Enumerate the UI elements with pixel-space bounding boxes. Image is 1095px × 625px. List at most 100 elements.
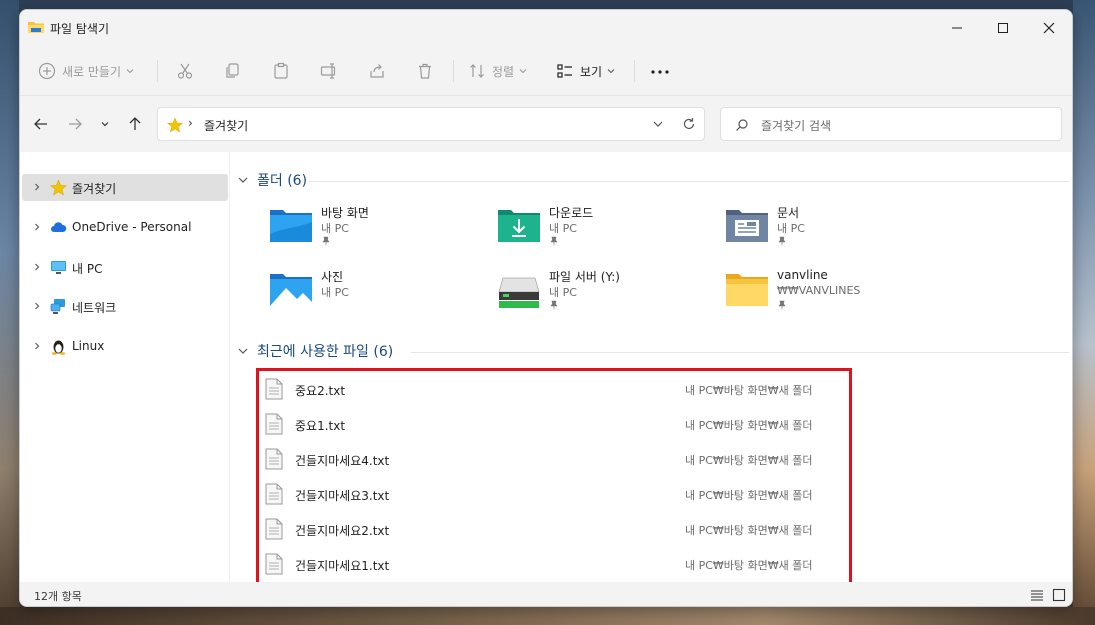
delete-button[interactable] bbox=[416, 59, 434, 83]
chevron-down-icon bbox=[238, 177, 248, 183]
new-button-label: 새로 만들기 bbox=[62, 64, 122, 79]
file-location: 내 PC₩바탕 화면₩새 폴더 bbox=[685, 559, 813, 572]
new-button[interactable]: 새로 만들기 bbox=[38, 59, 135, 83]
sidebar-item-label: 네트워크 bbox=[72, 301, 117, 315]
item-count: 12개 항목 bbox=[34, 590, 82, 603]
details-view-icon[interactable] bbox=[1030, 588, 1044, 602]
folder-location: 내 PC bbox=[777, 222, 805, 235]
sidebar-item-label: Linux bbox=[72, 339, 105, 353]
file-location: 내 PC₩바탕 화면₩새 폴더 bbox=[685, 524, 813, 537]
arrow-right-icon bbox=[69, 118, 82, 130]
refresh-icon[interactable] bbox=[682, 117, 696, 131]
desktop-background-bottom bbox=[0, 607, 1095, 625]
status-bar: 12개 항목 bbox=[20, 582, 1072, 606]
recent-locations-button[interactable] bbox=[98, 114, 112, 134]
folder-location: ₩₩VANVLINES bbox=[777, 284, 861, 297]
pin-icon bbox=[550, 236, 558, 246]
more-options-button[interactable] bbox=[650, 59, 670, 83]
search-placeholder: 즐겨찾기 검색 bbox=[761, 119, 832, 133]
linux-icon bbox=[52, 340, 65, 355]
folder-tile-vanvline[interactable]: vanvline ₩₩VANVLINES bbox=[725, 266, 945, 316]
chevron-right-icon[interactable] bbox=[32, 301, 42, 311]
folder-tile-file-server[interactable]: 파일 서버 (Y:) 내 PC bbox=[497, 266, 717, 316]
sort-button[interactable]: 정렬 bbox=[468, 59, 528, 83]
share-button[interactable] bbox=[368, 59, 386, 83]
sidebar-item-onedrive[interactable]: OneDrive - Personal bbox=[22, 214, 228, 241]
recent-file-row[interactable]: 중요1.txt 내 PC₩바탕 화면₩새 폴더 bbox=[265, 410, 835, 440]
arrow-left-icon bbox=[34, 118, 47, 130]
recent-file-row[interactable]: 건들지마세요3.txt 내 PC₩바탕 화면₩새 폴더 bbox=[265, 480, 835, 510]
trash-icon bbox=[419, 63, 431, 79]
folders-section-title: 폴더 (6) bbox=[257, 173, 308, 189]
recent-files-section-header[interactable]: 최근에 사용한 파일 (6) bbox=[237, 341, 393, 361]
close-icon bbox=[1043, 22, 1055, 34]
up-button[interactable] bbox=[126, 114, 144, 134]
chevron-right-icon[interactable] bbox=[32, 262, 42, 272]
sort-button-label: 정렬 bbox=[492, 64, 515, 79]
file-explorer-window: 파일 탐색기 새로 만들기 정렬 보기 › 즐겨찾기 즐겨찾기 검색 즐겨찾기 … bbox=[19, 9, 1073, 607]
rename-button[interactable] bbox=[320, 59, 338, 83]
title-bar[interactable]: 파일 탐색기 bbox=[20, 10, 1072, 46]
text-file-icon bbox=[265, 378, 283, 400]
sort-icon bbox=[470, 64, 484, 78]
search-icon bbox=[736, 119, 748, 131]
folder-tile-desktop[interactable]: 바탕 화면 내 PC bbox=[269, 202, 489, 252]
sidebar-item-label: 즐겨찾기 bbox=[72, 182, 117, 196]
more-horizontal-icon bbox=[651, 70, 669, 74]
folder-tile-downloads[interactable]: 다운로드 내 PC bbox=[497, 202, 717, 252]
sidebar-item-label: OneDrive - Personal bbox=[72, 220, 192, 234]
desktop-background-right bbox=[1073, 0, 1095, 625]
paste-button[interactable] bbox=[272, 59, 290, 83]
view-button[interactable]: 보기 bbox=[556, 59, 616, 83]
sidebar-item-this-pc[interactable]: 내 PC bbox=[22, 254, 228, 281]
command-bar: 새로 만들기 정렬 보기 bbox=[20, 46, 1072, 96]
recent-file-row[interactable]: 중요2.txt 내 PC₩바탕 화면₩새 폴더 bbox=[265, 375, 835, 405]
maximize-icon bbox=[998, 23, 1008, 33]
chevron-right-icon[interactable] bbox=[32, 341, 42, 351]
star-icon bbox=[50, 179, 67, 196]
chevron-right-icon[interactable] bbox=[32, 182, 42, 192]
breadcrumb-favorites[interactable]: 즐겨찾기 bbox=[204, 117, 248, 134]
sidebar-item-network[interactable]: 네트워크 bbox=[22, 293, 228, 320]
file-location: 내 PC₩바탕 화면₩새 폴더 bbox=[685, 489, 813, 502]
chevron-down-icon bbox=[238, 348, 248, 354]
sidebar-item-linux[interactable]: Linux bbox=[22, 333, 228, 360]
pin-icon bbox=[778, 236, 786, 246]
content-pane: 폴더 (6) 바탕 화면 내 PC 다운로드 내 PC 문서 내 PC 사진 내… bbox=[231, 152, 1072, 586]
search-box[interactable]: 즐겨찾기 검색 bbox=[720, 107, 1062, 141]
recent-files-section-title: 최근에 사용한 파일 (6) bbox=[257, 344, 394, 360]
sidebar-item-label: 내 PC bbox=[72, 262, 103, 276]
toolbar-divider bbox=[157, 60, 158, 82]
monitor-icon bbox=[51, 261, 66, 274]
share-icon bbox=[370, 64, 384, 78]
cloud-icon bbox=[51, 222, 67, 232]
recent-file-row[interactable]: 건들지마세요4.txt 내 PC₩바탕 화면₩새 폴더 bbox=[265, 445, 835, 475]
chevron-down-icon[interactable] bbox=[651, 117, 665, 131]
cut-button[interactable] bbox=[176, 59, 194, 83]
file-name: 중요2.txt bbox=[295, 384, 346, 398]
text-file-icon bbox=[265, 553, 283, 575]
copy-button[interactable] bbox=[224, 59, 242, 83]
recent-file-row[interactable]: 건들지마세요1.txt 내 PC₩바탕 화면₩새 폴더 bbox=[265, 550, 835, 580]
navigation-bar: › 즐겨찾기 즐겨찾기 검색 bbox=[20, 96, 1072, 152]
folder-tile-documents[interactable]: 문서 내 PC bbox=[725, 202, 945, 252]
back-button[interactable] bbox=[32, 114, 50, 134]
text-file-icon bbox=[265, 413, 283, 435]
minimize-button[interactable] bbox=[934, 10, 980, 46]
forward-button[interactable] bbox=[66, 114, 84, 134]
file-name: 건들지마세요2.txt bbox=[295, 524, 390, 538]
desktop-folder-icon bbox=[270, 210, 312, 242]
file-location: 내 PC₩바탕 화면₩새 폴더 bbox=[685, 384, 813, 397]
maximize-button[interactable] bbox=[980, 10, 1026, 46]
folders-section-header[interactable]: 폴더 (6) bbox=[237, 170, 307, 190]
address-bar[interactable]: › 즐겨찾기 bbox=[157, 107, 705, 141]
desktop-background-left bbox=[0, 0, 19, 625]
sidebar-item-favorites[interactable]: 즐겨찾기 bbox=[22, 174, 228, 201]
recent-file-row[interactable]: 건들지마세요2.txt 내 PC₩바탕 화면₩새 폴더 bbox=[265, 515, 835, 545]
file-name: 건들지마세요4.txt bbox=[295, 454, 390, 468]
large-icons-view-icon[interactable] bbox=[1052, 588, 1066, 602]
chevron-down-icon bbox=[126, 69, 134, 74]
close-button[interactable] bbox=[1026, 10, 1072, 46]
folder-tile-pictures[interactable]: 사진 내 PC bbox=[269, 266, 489, 316]
chevron-right-icon[interactable] bbox=[32, 222, 42, 232]
